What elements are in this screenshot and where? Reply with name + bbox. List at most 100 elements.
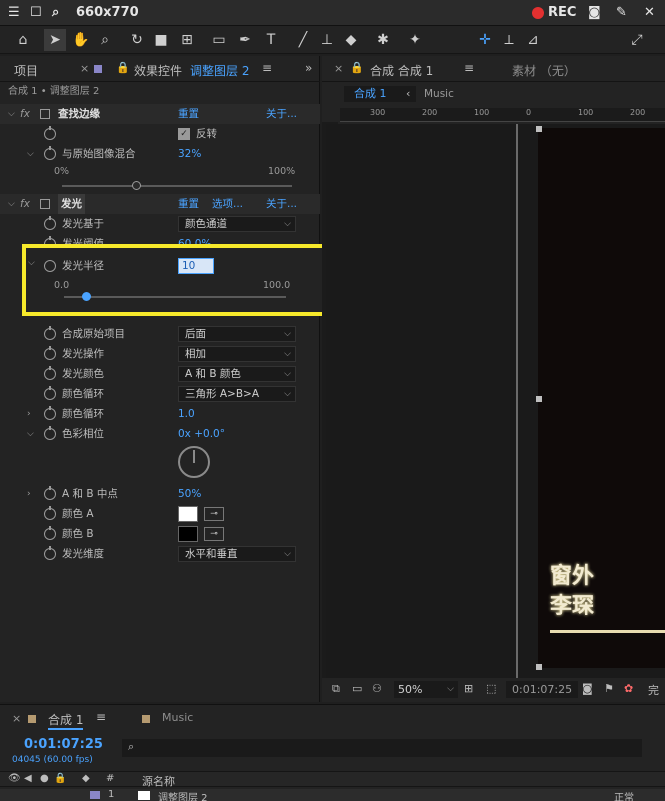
lock-icon[interactable]: 🔒 (54, 773, 66, 784)
blend-slider-knob[interactable] (131, 181, 141, 190)
chevron-right-icon[interactable]: › (27, 484, 31, 504)
rec-label[interactable]: REC (548, 5, 576, 20)
axis-view-icon[interactable]: ⊿ (522, 29, 544, 51)
stopwatch-icon[interactable] (44, 526, 56, 540)
about-button[interactable]: 关于... (266, 194, 297, 214)
expand-icon[interactable]: » (305, 61, 312, 75)
color-phase-value[interactable]: 0x +0.0° (178, 424, 225, 444)
reset-button[interactable]: 重置 (178, 194, 199, 214)
axis-world-icon[interactable]: ⟂ (498, 29, 520, 51)
always-preview-icon[interactable]: ⧉ (332, 682, 340, 696)
stopwatch-icon[interactable] (44, 366, 56, 380)
axis-icon[interactable]: ✛ (474, 29, 496, 51)
tab-timeline-comp[interactable]: 合成 1 (48, 711, 84, 730)
brush-tool-icon[interactable]: ╱ (292, 29, 314, 51)
stopwatch-icon[interactable] (44, 216, 56, 230)
layer-label-color[interactable] (90, 791, 100, 799)
tab-effect-controls[interactable]: 效果控件 (134, 62, 182, 79)
stopwatch-icon[interactable] (44, 260, 56, 272)
composite-dropdown[interactable]: 后面 ⌵ (178, 326, 296, 342)
fx-icon[interactable]: fx (20, 194, 30, 214)
solo-icon[interactable]: ● (40, 773, 49, 784)
pen-icon[interactable]: ✎ (616, 5, 627, 20)
layer-name[interactable]: 调整图层 2 (158, 789, 208, 801)
stopwatch-icon[interactable] (44, 546, 56, 560)
pan-behind-tool-icon[interactable]: ⊞ (176, 29, 198, 51)
pen-tool-icon[interactable]: ✒ (234, 29, 256, 51)
color-b-swatch[interactable] (178, 526, 198, 542)
roto-brush-tool-icon[interactable]: ✱ (372, 29, 394, 51)
chevron-down-icon[interactable]: ⌵ (27, 424, 34, 444)
options-button[interactable]: 选项... (212, 194, 243, 214)
glow-based-dropdown[interactable]: 颜色通道 ⌵ (178, 216, 296, 232)
stopwatch-icon[interactable] (44, 486, 56, 500)
current-time[interactable]: 0:01:07:25 (506, 681, 578, 698)
search-icon[interactable]: ⌕ (52, 5, 59, 20)
menu-icon[interactable]: ☰ (8, 5, 20, 20)
stopwatch-icon[interactable] (44, 326, 56, 340)
glow-radius-slider-knob[interactable] (82, 292, 92, 301)
timeline-current-time[interactable]: 0:01:07:25 (24, 737, 103, 752)
panel-menu-icon[interactable]: ≡ (464, 61, 474, 75)
layer-mode[interactable]: 正常 (614, 789, 634, 801)
breadcrumb-music[interactable]: Music (424, 88, 454, 100)
midpoint-value[interactable]: 50% (178, 484, 201, 504)
close-icon[interactable]: ✕ (644, 5, 655, 20)
eye-icon[interactable]: 👁 (8, 773, 21, 784)
layer-handle[interactable] (536, 396, 542, 402)
eraser-tool-icon[interactable]: ◆ (340, 29, 362, 51)
camera-icon[interactable]: ◙ (588, 5, 601, 20)
panel-menu-icon[interactable]: ≡ (96, 710, 106, 724)
hand-tool-icon[interactable]: ✋ (70, 29, 92, 51)
camera-tool-icon[interactable]: ■ (150, 29, 172, 51)
puppet-tool-icon[interactable]: ✦ (404, 29, 426, 51)
eyedropper-icon[interactable]: ⊸ (204, 527, 224, 541)
close-icon[interactable]: × (80, 62, 89, 75)
mask-view-icon[interactable]: ⚇ (372, 682, 382, 695)
stopwatch-icon[interactable] (44, 126, 56, 140)
chevron-down-icon[interactable]: ⌵ (8, 194, 15, 214)
chevron-down-icon[interactable]: ⌵ (8, 104, 15, 124)
resolution-label[interactable]: 完 (648, 682, 659, 698)
tab-composition[interactable]: 合成 合成 1 (370, 62, 433, 79)
close-icon[interactable]: × (334, 62, 343, 75)
glow-colors-dropdown[interactable]: A 和 B 颜色 ⌵ (178, 366, 296, 382)
eyedropper-icon[interactable]: ⊸ (204, 507, 224, 521)
effect-header-find-edges[interactable]: ⌵ fx 查找边缘 重置 关于... (0, 104, 320, 124)
channel-icon[interactable]: ✿ (624, 682, 633, 695)
reset-button[interactable]: 重置 (178, 104, 199, 124)
stopwatch-icon[interactable] (44, 506, 56, 520)
label-icon[interactable]: ◆ (82, 773, 90, 784)
chevron-left-icon[interactable]: ‹ (406, 87, 410, 100)
tab-footage[interactable]: 素材 （无） (512, 62, 576, 79)
rotate-tool-icon[interactable]: ↻ (126, 29, 148, 51)
panel-menu-icon[interactable]: ≡ (262, 61, 272, 75)
text-tool-icon[interactable]: T (260, 29, 282, 51)
layer-handle[interactable] (536, 664, 542, 670)
lock-icon[interactable]: 🔒 (350, 61, 364, 74)
invert-checkbox[interactable]: ✓ (178, 128, 190, 140)
zoom-dropdown[interactable]: 50% ⌵ (394, 681, 458, 698)
stopwatch-icon[interactable] (44, 146, 56, 160)
about-button[interactable]: 关于... (266, 104, 297, 124)
chevron-down-icon[interactable]: ⌵ (28, 258, 35, 268)
lock-icon[interactable]: 🔒 (116, 61, 130, 74)
snap-options-icon[interactable]: ⤢ (626, 29, 648, 51)
grid-icon[interactable]: ⊞ (464, 682, 473, 695)
table-row[interactable]: 1 调整图层 2 正常 (0, 789, 665, 801)
show-snapshot-icon[interactable]: ⚑ (604, 682, 614, 695)
tab-project[interactable]: 项目 (14, 62, 38, 79)
blend-value[interactable]: 32% (178, 144, 201, 164)
region-icon[interactable]: ⬚ (486, 682, 496, 695)
window-icon[interactable]: ☐ (30, 5, 42, 20)
chevron-right-icon[interactable]: › (27, 404, 31, 424)
chevron-down-icon[interactable]: ⌵ (27, 144, 34, 164)
record-icon[interactable] (532, 7, 544, 19)
tab-timeline-music[interactable]: Music (162, 711, 193, 724)
dimensions-dropdown[interactable]: 水平和垂直 ⌵ (178, 546, 296, 562)
stopwatch-icon[interactable] (44, 406, 56, 420)
operation-dropdown[interactable]: 相加 ⌵ (178, 346, 296, 362)
effect-header-glow[interactable]: ⌵ fx 发光 重置 选项... 关于... (0, 194, 320, 214)
blend-slider-track[interactable] (62, 185, 292, 187)
source-name-column[interactable]: 源名称 (142, 773, 175, 789)
